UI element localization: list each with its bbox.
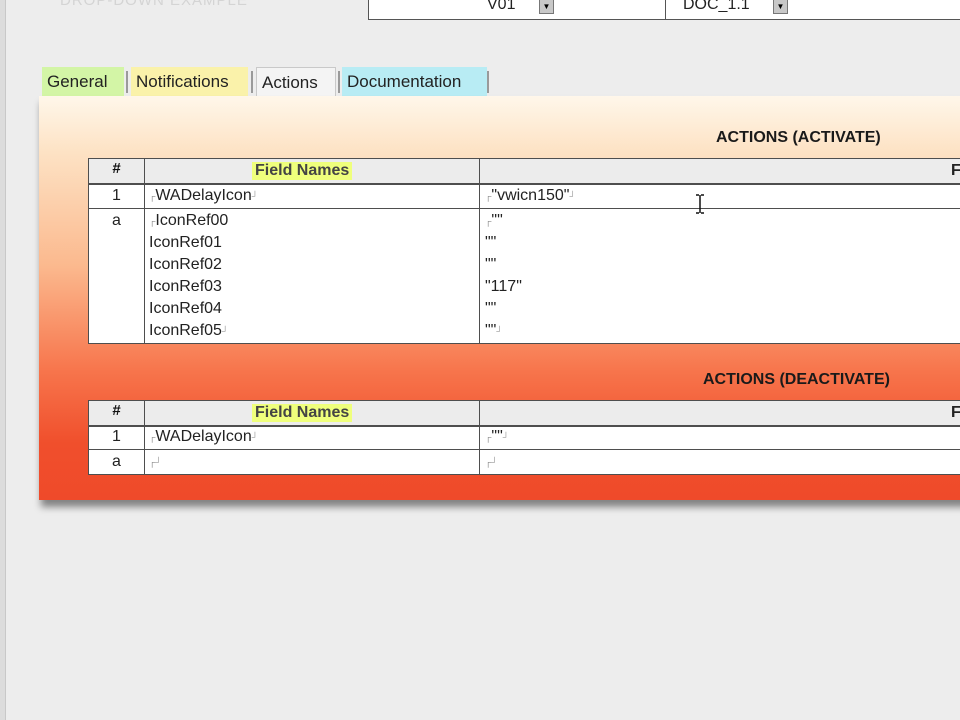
icon-ref-value: "" (485, 256, 497, 273)
number-column-header: # (112, 402, 121, 419)
top-field-row: V01 ▼ DOC_1.1 ▼ (368, 0, 960, 20)
field-name-cell[interactable]: ┌WADelayIcon┘ (149, 426, 258, 448)
icon-ref-name: IconRef05 (149, 322, 222, 339)
activate-section-title: ACTIONS (ACTIVATE) (716, 129, 881, 146)
icon-ref-value: "117" (485, 278, 522, 295)
column-divider (144, 159, 145, 343)
tab-general[interactable]: General (42, 67, 124, 96)
faded-heading: DROP-DOWN EXAMPLE (60, 0, 248, 9)
tab-separator (126, 71, 128, 93)
icon-ref-value: "" (485, 322, 497, 339)
field-value-text: "" (491, 428, 503, 445)
field-name-text: WADelayIcon (155, 187, 252, 204)
icon-ref-value: "" (485, 234, 497, 251)
row-divider (89, 449, 960, 450)
column-divider (479, 159, 480, 343)
row-number: 1 (112, 428, 121, 445)
tab-actions[interactable]: Actions (256, 67, 336, 96)
field-value-cell[interactable]: ┌""┘ (485, 426, 509, 448)
row-letter: a (112, 453, 121, 470)
field-name-text: WADelayIcon (155, 428, 252, 445)
empty-field-name-cell[interactable]: ┌┘ (149, 451, 162, 473)
deactivate-section-title: ACTIONS (DEACTIVATE) (703, 371, 890, 388)
values-header: F (951, 162, 960, 179)
values-header: F (951, 404, 960, 421)
top-field-divider (665, 0, 666, 19)
doc-dropdown-icon[interactable]: ▼ (773, 0, 788, 14)
tab-separator (338, 71, 340, 93)
activate-table-header (89, 159, 960, 185)
icon-ref-name: IconRef01 (149, 234, 222, 251)
version-dropdown-icon[interactable]: ▼ (539, 0, 554, 14)
icon-ref-names[interactable]: ┌IconRef00 IconRef01 IconRef02 IconRef03… (149, 210, 228, 342)
icon-ref-name: IconRef03 (149, 278, 222, 295)
version-field[interactable]: V01 (487, 0, 515, 14)
text-cursor-icon (696, 194, 704, 214)
activate-table: # Field Names F 1 ┌WADelayIcon┘ ┌"vwicn1… (88, 158, 960, 344)
field-value-cell[interactable]: ┌"vwicn150"┘ (485, 185, 576, 207)
field-value-text: "vwicn150" (491, 187, 570, 204)
icon-ref-value: "" (485, 300, 497, 317)
window-left-border (0, 0, 6, 720)
icon-ref-value: "" (491, 212, 503, 229)
row-number: 1 (112, 187, 121, 204)
field-names-header: Field Names (252, 404, 353, 422)
icon-ref-name: IconRef04 (149, 300, 222, 317)
icon-ref-name: IconRef02 (149, 256, 222, 273)
icon-ref-name: IconRef00 (155, 212, 229, 229)
row-divider (89, 208, 960, 209)
number-column-header: # (112, 160, 121, 177)
row-letter: a (112, 212, 121, 229)
icon-ref-values[interactable]: ┌"" "" "" "117" "" ""┘ (485, 210, 522, 342)
column-divider (479, 401, 480, 474)
deactivate-table: # Field Names F 1 ┌WADelayIcon┘ ┌""┘ a ┌… (88, 400, 960, 475)
column-divider (144, 401, 145, 474)
tab-documentation[interactable]: Documentation (342, 67, 487, 96)
tab-separator (487, 71, 489, 93)
field-names-header: Field Names (252, 162, 353, 180)
deactivate-table-header (89, 401, 960, 427)
tab-separator (251, 71, 253, 93)
field-name-cell[interactable]: ┌WADelayIcon┘ (149, 185, 258, 207)
tab-notifications[interactable]: Notifications (131, 67, 248, 96)
doc-field[interactable]: DOC_1.1 (683, 0, 750, 14)
empty-field-value-cell[interactable]: ┌┘ (485, 451, 498, 473)
